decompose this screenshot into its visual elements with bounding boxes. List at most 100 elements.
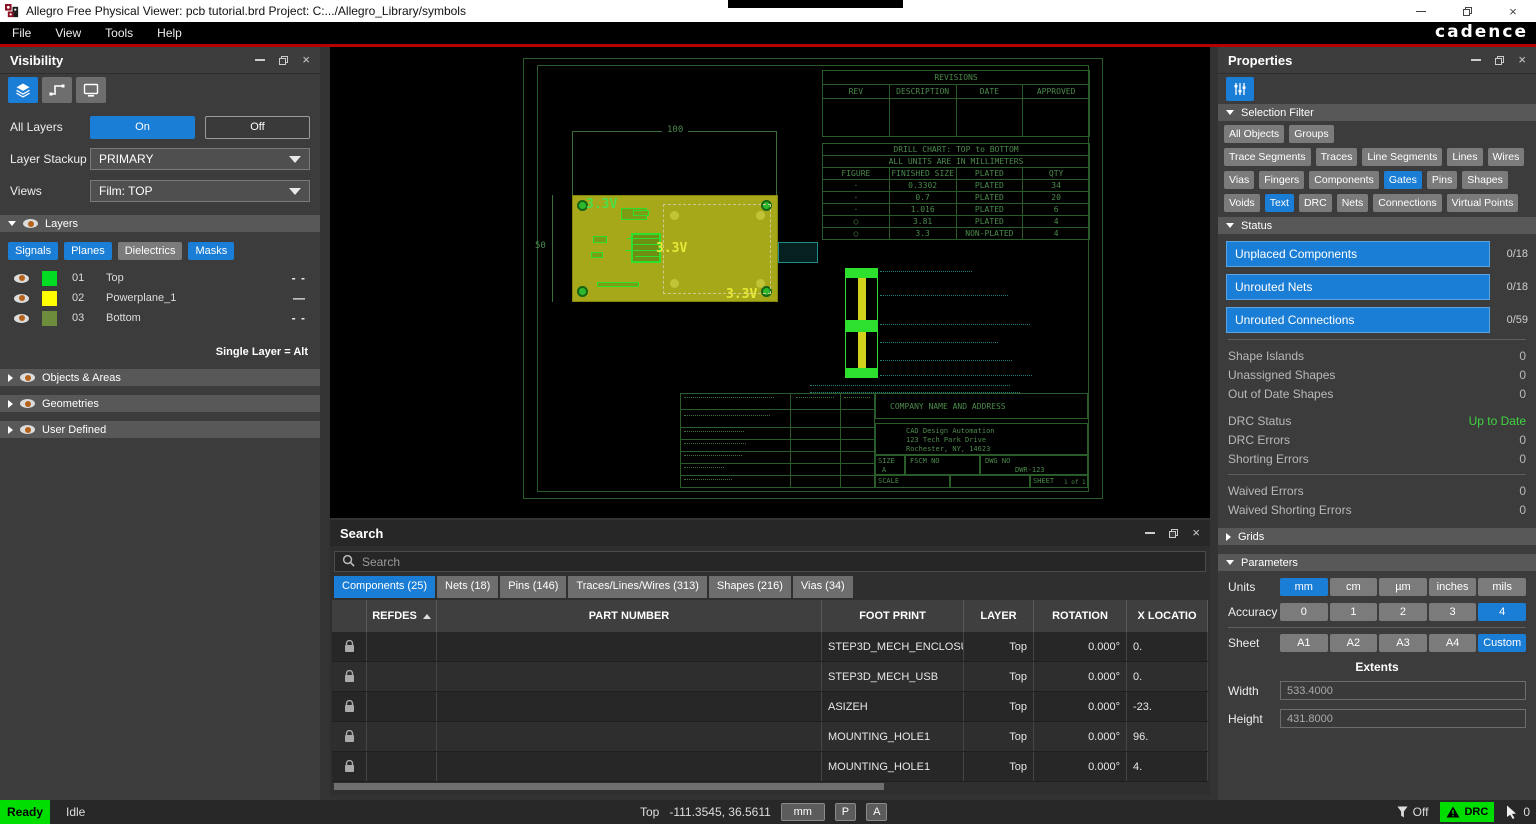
- grids-section-header[interactable]: Grids: [1218, 528, 1536, 545]
- menu-item-file[interactable]: File: [0, 23, 43, 43]
- sheet-option-A3[interactable]: A3: [1379, 634, 1427, 652]
- sheet-option-A4[interactable]: A4: [1429, 634, 1477, 652]
- search-panel-header[interactable]: Search ×: [330, 520, 1210, 547]
- search-tab[interactable]: Nets (18): [437, 576, 498, 598]
- eye-icon[interactable]: [23, 219, 38, 228]
- layers-icon[interactable]: [8, 77, 38, 103]
- layer-row[interactable]: 02Powerplane_1—: [0, 288, 320, 308]
- pcb-canvas[interactable]: REVISIONSREVDESCRIPTIONDATEAPPROVEDDRILL…: [330, 47, 1210, 518]
- filter-toggle[interactable]: Off: [1397, 805, 1429, 819]
- column-header-lock[interactable]: [332, 600, 367, 632]
- monitor-icon[interactable]: [76, 77, 106, 103]
- filter-connections[interactable]: Connections: [1373, 194, 1441, 212]
- filter-traces[interactable]: Traces: [1316, 148, 1358, 166]
- accuracy-option-3[interactable]: 3: [1429, 603, 1477, 621]
- section-header-objects-areas[interactable]: Objects & Areas: [0, 369, 320, 386]
- window-minimize-button[interactable]: [1398, 0, 1444, 22]
- eye-icon[interactable]: [20, 373, 35, 382]
- selection-filter-header[interactable]: Selection Filter: [1218, 104, 1536, 121]
- filter-nets[interactable]: Nets: [1337, 194, 1369, 212]
- filter-voids[interactable]: Voids: [1224, 194, 1260, 212]
- units-option-cm[interactable]: cm: [1330, 578, 1378, 596]
- menu-item-tools[interactable]: Tools: [93, 23, 145, 43]
- drc-status-badge[interactable]: DRC: [1440, 802, 1494, 822]
- search-tab[interactable]: Components (25): [334, 576, 435, 598]
- eye-icon[interactable]: [14, 314, 29, 323]
- status-unrouted-nets[interactable]: Unrouted Nets: [1226, 274, 1490, 300]
- layer-tab-masks[interactable]: Masks: [188, 242, 234, 260]
- layer-tab-signals[interactable]: Signals: [8, 242, 58, 260]
- eye-icon[interactable]: [14, 274, 29, 283]
- minimize-icon[interactable]: [1471, 59, 1481, 61]
- search-tab[interactable]: Shapes (216): [709, 576, 791, 598]
- layer-color-swatch[interactable]: [42, 311, 57, 326]
- sheet-option-A2[interactable]: A2: [1330, 634, 1378, 652]
- filter-trace-segments[interactable]: Trace Segments: [1224, 148, 1311, 166]
- filter-wires[interactable]: Wires: [1488, 148, 1525, 166]
- accuracy-option-4[interactable]: 4: [1478, 603, 1526, 621]
- filter-pins[interactable]: Pins: [1427, 171, 1457, 189]
- accuracy-option-0[interactable]: 0: [1280, 603, 1328, 621]
- all-layers-on-button[interactable]: On: [90, 116, 195, 139]
- accuracy-option-2[interactable]: 2: [1379, 603, 1427, 621]
- filter-drc[interactable]: DRC: [1299, 194, 1332, 212]
- status-unplaced-components[interactable]: Unplaced Components: [1226, 241, 1490, 267]
- horizontal-scrollbar[interactable]: [334, 783, 884, 790]
- parameters-section-header[interactable]: Parameters: [1218, 554, 1536, 571]
- units-option-mm[interactable]: mm: [1280, 578, 1328, 596]
- search-tab[interactable]: Pins (146): [500, 576, 566, 598]
- column-header-REFDES[interactable]: REFDES: [367, 600, 437, 632]
- filter-vias[interactable]: Vias: [1224, 171, 1254, 189]
- section-header-geometries[interactable]: Geometries: [0, 395, 320, 412]
- layer-tab-planes[interactable]: Planes: [64, 242, 112, 260]
- status-section-header[interactable]: Status: [1218, 217, 1536, 234]
- filter-lines[interactable]: Lines: [1447, 148, 1482, 166]
- layer-color-swatch[interactable]: [42, 291, 57, 306]
- tune-icon[interactable]: [1226, 77, 1254, 101]
- filter-groups[interactable]: Groups: [1289, 125, 1333, 143]
- filter-virtual-points[interactable]: Virtual Points: [1447, 194, 1519, 212]
- filter-gates[interactable]: Gates: [1384, 171, 1422, 189]
- layers-section-header[interactable]: Layers: [0, 215, 320, 232]
- units-option-inches[interactable]: inches: [1429, 578, 1477, 596]
- eye-icon[interactable]: [20, 425, 35, 434]
- width-field[interactable]: 533.4000: [1280, 681, 1526, 700]
- table-row[interactable]: ASIZEHTop0.000°-23.: [332, 692, 1208, 722]
- filter-line-segments[interactable]: Line Segments: [1362, 148, 1442, 166]
- units-option-µm[interactable]: µm: [1379, 578, 1427, 596]
- properties-panel-header[interactable]: Properties ×: [1218, 47, 1536, 74]
- table-row[interactable]: STEP3D_MECH_ENCLOSURETop0.000°0.: [332, 632, 1208, 662]
- table-row[interactable]: STEP3D_MECH_USBTop0.000°0.: [332, 662, 1208, 692]
- column-header-ROTATION[interactable]: ROTATION: [1034, 600, 1127, 632]
- accuracy-option-1[interactable]: 1: [1330, 603, 1378, 621]
- menu-item-view[interactable]: View: [43, 23, 93, 43]
- float-icon[interactable]: [279, 56, 288, 65]
- units-button[interactable]: mm: [781, 803, 825, 821]
- minimize-icon[interactable]: [1145, 532, 1155, 534]
- layer-stackup-select[interactable]: PRIMARY: [90, 148, 310, 170]
- eye-icon[interactable]: [14, 294, 29, 303]
- units-option-mils[interactable]: mils: [1478, 578, 1526, 596]
- filter-fingers[interactable]: Fingers: [1259, 171, 1304, 189]
- filter-shapes[interactable]: Shapes: [1462, 171, 1508, 189]
- search-input[interactable]: Search: [334, 551, 1206, 572]
- menu-item-help[interactable]: Help: [145, 23, 194, 43]
- window-restore-button[interactable]: [1444, 0, 1490, 22]
- status-unrouted-connections[interactable]: Unrouted Connections: [1226, 307, 1490, 333]
- filter-all-objects[interactable]: All Objects: [1224, 125, 1284, 143]
- visibility-panel-header[interactable]: Visibility ×: [0, 47, 320, 74]
- section-header-user-defined[interactable]: User Defined: [0, 421, 320, 438]
- height-field[interactable]: 431.8000: [1280, 709, 1526, 728]
- net-icon[interactable]: [42, 77, 72, 103]
- layer-row[interactable]: 03Bottom- -: [0, 308, 320, 328]
- close-icon[interactable]: ×: [1192, 528, 1200, 538]
- minimize-icon[interactable]: [255, 59, 265, 61]
- search-tab[interactable]: Vias (34): [793, 576, 853, 598]
- filter-components[interactable]: Components: [1309, 171, 1379, 189]
- column-header-PART NUMBER[interactable]: PART NUMBER: [437, 600, 822, 632]
- a-button[interactable]: A: [866, 803, 887, 821]
- search-tab[interactable]: Traces/Lines/Wires (313): [568, 576, 706, 598]
- float-icon[interactable]: [1169, 529, 1178, 538]
- all-layers-off-button[interactable]: Off: [205, 116, 310, 139]
- filter-text[interactable]: Text: [1265, 194, 1294, 212]
